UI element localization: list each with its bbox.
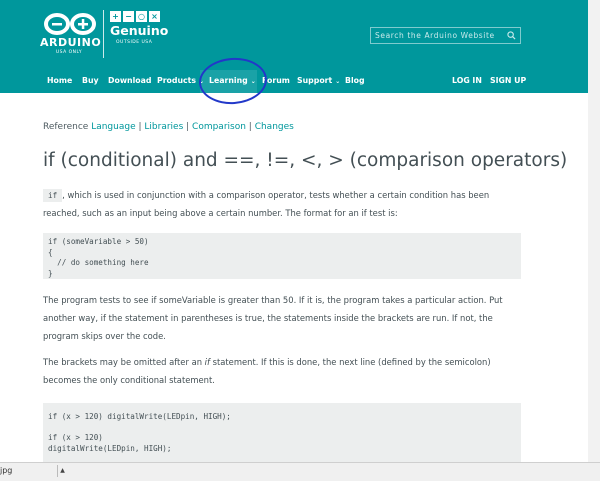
breadcrumb-separator: | xyxy=(245,122,255,132)
search-icon[interactable] xyxy=(507,31,516,40)
paragraph-program-tests: The program tests to see if someVariable… xyxy=(43,295,503,341)
inline-code-if: if xyxy=(43,189,63,202)
download-file-name[interactable]: jpg xyxy=(0,466,12,475)
arduino-logo[interactable]: ARDUINO USA ONLY + − ○ × Genuino OUTSIDE… xyxy=(40,10,170,60)
breadcrumb: Reference Language | Libraries | Compari… xyxy=(43,122,294,132)
logo-divider xyxy=(103,10,104,58)
intro-text: , which is used in conjunction with a co… xyxy=(43,190,490,218)
intro-paragraph: if, which is used in conjunction with a … xyxy=(43,186,523,222)
breadcrumb-libraries[interactable]: Libraries xyxy=(144,122,183,132)
breadcrumb-comparison[interactable]: Comparison xyxy=(192,122,246,132)
circle-icon: ○ xyxy=(136,11,147,22)
para3-text-a: The brackets may be omitted after an xyxy=(43,357,205,367)
search-placeholder: Search the Arduino Website xyxy=(375,31,495,40)
main-nav: Home Buy Download Products ⌄ Learning ⌄ Fo… xyxy=(0,72,600,93)
nav-buy[interactable]: Buy xyxy=(82,76,99,85)
nav-home[interactable]: Home xyxy=(47,76,72,85)
genuino-icons: + − ○ × xyxy=(110,11,160,22)
page-title: if (conditional) and ==, !=, <, > (compa… xyxy=(43,150,568,171)
download-bar: jpg ▲ xyxy=(0,462,600,481)
cross-icon: × xyxy=(149,11,160,22)
nav-products[interactable]: Products ⌄ xyxy=(157,76,204,85)
brand-subtext: USA ONLY xyxy=(55,50,83,55)
genuino-text: Genuino xyxy=(110,23,169,38)
breadcrumb-changes[interactable]: Changes xyxy=(255,122,294,132)
login-link[interactable]: LOG IN xyxy=(452,76,482,85)
nav-blog[interactable]: Blog xyxy=(345,76,365,85)
scrollbar[interactable] xyxy=(588,0,600,462)
paragraph-brackets-omitted: The brackets may be omitted after an if … xyxy=(43,353,523,389)
code-block-single-line: if (x > 120) digitalWrite(LEDpin, HIGH);… xyxy=(43,403,521,463)
breadcrumb-separator: | xyxy=(183,122,193,132)
breadcrumb-reference: Reference xyxy=(43,122,89,132)
genuino-subtext: OUTSIDE USA xyxy=(116,40,153,45)
code-block-if: if (someVariable > 50) { // do something… xyxy=(43,233,521,279)
nav-products-label: Products xyxy=(157,76,197,85)
nav-support[interactable]: Support ⌄ xyxy=(297,76,340,85)
minus-icon: − xyxy=(123,11,134,22)
brand-text: ARDUINO xyxy=(40,36,102,49)
chevron-down-icon: ⌄ xyxy=(335,78,341,85)
nav-support-label: Support xyxy=(297,76,333,85)
signup-link[interactable]: SIGN UP xyxy=(490,76,526,85)
search-input[interactable]: Search the Arduino Website xyxy=(370,27,521,44)
download-dropdown-icon[interactable]: ▲ xyxy=(57,465,67,477)
nav-download[interactable]: Download xyxy=(108,76,151,85)
breadcrumb-language[interactable]: Language xyxy=(91,122,135,132)
arduino-infinity-icon xyxy=(44,13,96,35)
plus-icon: + xyxy=(110,11,121,22)
